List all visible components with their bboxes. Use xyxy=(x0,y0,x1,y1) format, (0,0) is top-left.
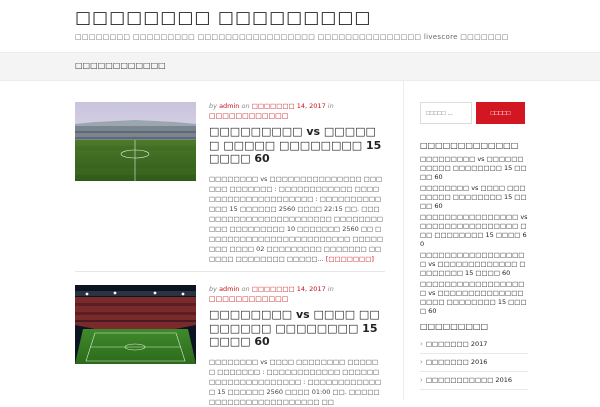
sidebar: □□□□□ □□□□□□□□□□□□□ □□□□□□□□□ vs □□□□□□ … xyxy=(403,79,600,400)
post-title-link[interactable]: □□□□□□□□ vs □□□□ □□□□□□□□ □□□□□□□□ 15 □□… xyxy=(209,308,384,349)
stadium-day-image xyxy=(75,102,196,181)
post-card: by admin on □□□□□□□ 14, 2017 in □□□□□□□□… xyxy=(75,102,385,272)
recent-posts-title: □□□□□□□□□□□□□ xyxy=(420,141,519,150)
site-title[interactable]: □□□□□□□□ □□□□□□□□□ xyxy=(75,8,371,28)
main-nav: □□□□□□□□□□□□ xyxy=(0,52,600,81)
post-body: by admin on □□□□□□□ 14, 2017 in □□□□□□□□… xyxy=(209,102,384,264)
meta-on: on xyxy=(241,102,250,110)
post-meta: by admin on □□□□□□□ 14, 2017 in □□□□□□□□… xyxy=(209,102,384,120)
recent-posts-list: □□□□□□□□□ vs □□□□□□ □□□□□ □□□□□□□□ 15 □□… xyxy=(420,155,528,318)
archives-title: □□□□□□□□□ xyxy=(420,322,489,331)
read-more-link[interactable]: [□□□□□□□] xyxy=(326,255,374,263)
nav-item-main[interactable]: □□□□□□□□□□□□ xyxy=(75,61,166,70)
recent-post-link[interactable]: □□□□□□□□□□□□□□□□□□ vs □□□□□□□□□□□□□□□□□□… xyxy=(420,280,528,316)
excerpt-text: □□□□□□□□ vs □□□□□□□□□□□□□□□ □□□□□□ □□□□□… xyxy=(209,174,384,263)
recent-post-link[interactable]: □□□□□□□□□□□□□□□□ vs □□□□□□□□□□□□□□□□ □□□… xyxy=(420,213,528,249)
post-divider xyxy=(75,271,385,272)
post-category-link[interactable]: □□□□□□□□□□□□ xyxy=(209,112,384,120)
meta-on: on xyxy=(241,285,250,293)
post-date-link[interactable]: □□□□□□□ 14, 2017 xyxy=(252,102,326,110)
post-title-link[interactable]: □□□□□□□□□ vs □□□□□□ □□□□□ □□□□□□□□ 15 □□… xyxy=(209,125,384,166)
archive-label: □□□□□□□ 2016 xyxy=(425,358,488,366)
excerpt-text: □□□□□□□□ vs □□□□ □□□□□□□□ □□□□□□ □□□□□□□… xyxy=(209,357,382,406)
archive-link[interactable]: › □□□□□□□ 2017 xyxy=(420,336,528,354)
recent-post-link[interactable]: □□□□□□□□ vs □□□□ □□□□□□□□ □□□□□□□□ 15 □□… xyxy=(420,184,528,211)
archives-list: › □□□□□□□ 2017 › □□□□□□□ 2016 › □□□□□□□□□□□… xyxy=(420,336,528,390)
recent-post-link[interactable]: □□□□□□□□□ vs □□□□□□ □□□□□ □□□□□□□□ 15 □□… xyxy=(420,155,528,182)
meta-in: in xyxy=(327,102,334,110)
post-meta: by admin on □□□□□□□ 14, 2017 in □□□□□□□□… xyxy=(209,285,384,303)
archive-label: □□□□□□□□□□□ 2016 xyxy=(425,376,512,384)
archive-link[interactable]: › □□□□□□□ 2016 xyxy=(420,354,528,372)
post-body: by admin on □□□□□□□ 14, 2017 in □□□□□□□□… xyxy=(209,285,384,407)
meta-in: in xyxy=(327,285,334,293)
post-thumbnail-stadium-day[interactable] xyxy=(75,102,196,181)
search-input[interactable] xyxy=(420,102,472,124)
meta-by: by xyxy=(209,102,217,110)
chevron-right-icon: › xyxy=(420,376,423,384)
site-description: □□□□□□□□ □□□□□□□□□ □□□□□□□□□□□□□□□□□ □□□… xyxy=(75,33,509,41)
post-thumbnail-stadium-night[interactable] xyxy=(75,285,196,364)
search-button[interactable]: □□□□□ xyxy=(476,102,525,124)
archive-label: □□□□□□□ 2017 xyxy=(425,340,488,348)
post-author-link[interactable]: admin xyxy=(219,285,239,293)
recent-post-link[interactable]: □□□□□□□□□□□□□□□□□□ vs □□□□□□□□□□□□□ □□□□… xyxy=(420,251,528,278)
site-header: □□□□□□□□ □□□□□□□□□ □□□□□□□□ □□□□□□□□□ □□… xyxy=(0,0,600,52)
post-card: by admin on □□□□□□□ 14, 2017 in □□□□□□□□… xyxy=(75,285,385,407)
stadium-night-image xyxy=(75,285,196,364)
post-category-link[interactable]: □□□□□□□□□□□□ xyxy=(209,295,384,303)
post-date-link[interactable]: □□□□□□□ 14, 2017 xyxy=(252,285,326,293)
chevron-right-icon: › xyxy=(420,340,423,348)
post-excerpt: □□□□□□□□ vs □□□□ □□□□□□□□ □□□□□□ □□□□□□□… xyxy=(209,357,384,407)
post-excerpt: □□□□□□□□ vs □□□□□□□□□□□□□□□ □□□□□□ □□□□□… xyxy=(209,174,384,264)
post-author-link[interactable]: admin xyxy=(219,102,239,110)
chevron-right-icon: › xyxy=(420,358,423,366)
meta-by: by xyxy=(209,285,217,293)
archive-link[interactable]: › □□□□□□□□□□□ 2016 xyxy=(420,372,528,390)
